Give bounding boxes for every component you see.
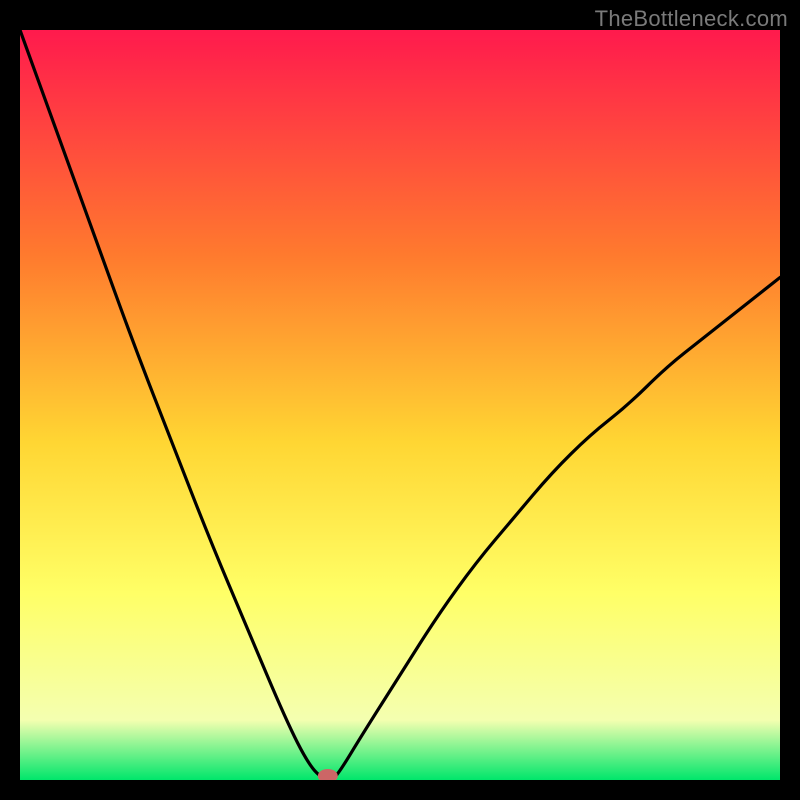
gradient-background <box>20 30 780 780</box>
plot-area <box>20 30 780 780</box>
watermark-text: TheBottleneck.com <box>595 6 788 32</box>
chart-frame: TheBottleneck.com <box>0 0 800 800</box>
bottleneck-chart <box>20 30 780 780</box>
